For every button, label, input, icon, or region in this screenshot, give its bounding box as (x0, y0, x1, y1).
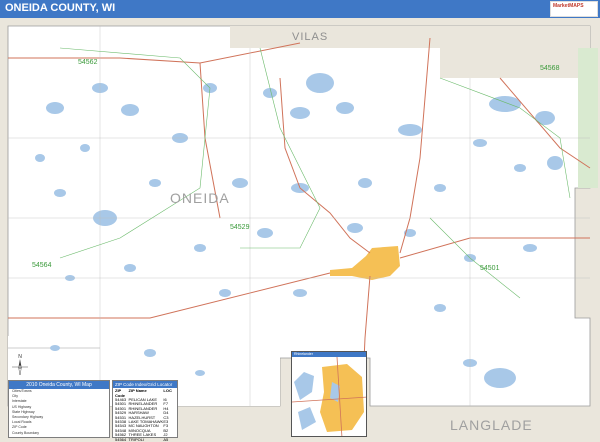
lake (398, 124, 422, 136)
lake (46, 102, 64, 114)
lake (232, 178, 248, 188)
zip-code-index: ZIP Code Index/Grid Locator ZIP Code ZIP… (112, 380, 178, 442)
lake (121, 104, 139, 116)
svg-text:N: N (18, 354, 22, 360)
legend-item: Local Roads (12, 420, 32, 425)
legend-item: ZIP Code (12, 425, 27, 430)
lake (80, 144, 90, 152)
map-legend: 2010 Oneida County, WI Map Cities/Towns C… (8, 380, 110, 438)
zip-index-row: 54564 TRIPOLI A5 (113, 436, 177, 442)
county-label-vilas: VILAS (292, 31, 328, 43)
compass-rose: N (12, 354, 28, 376)
lake (195, 370, 205, 376)
lake (347, 223, 363, 233)
legend-item: State Highway (12, 409, 35, 414)
legend-item: Cities/Towns (12, 389, 32, 393)
lake (194, 244, 206, 252)
zip-label: 54501 (480, 265, 500, 272)
lake (257, 228, 273, 238)
lake (124, 264, 136, 272)
lake (473, 139, 487, 147)
lake (434, 304, 446, 312)
zip-index-cell: 54564 (115, 436, 127, 442)
lake (54, 189, 66, 197)
vilas-area (230, 26, 440, 48)
zip-label: 54529 (230, 224, 250, 231)
county-label-langlade: LANGLADE (450, 417, 533, 433)
zip-label: 54562 (78, 59, 98, 66)
zip-index-cell: A5 (163, 436, 169, 442)
lake (336, 102, 354, 114)
logo-text: MarketMAPS (553, 3, 584, 9)
lake (434, 184, 446, 192)
page-title: ONEIDA COUNTY, WI (5, 2, 116, 14)
lake (219, 289, 231, 297)
vilas-east-area (440, 26, 590, 78)
legend-item: County Boundary (12, 430, 40, 435)
zip-label: 54568 (540, 65, 560, 72)
lake (149, 179, 161, 187)
inset-map (292, 356, 366, 436)
county-label-oneida: ONEIDA (170, 190, 230, 206)
lake (358, 178, 372, 188)
lake (144, 349, 156, 357)
lake (290, 107, 310, 119)
map-header: ONEIDA COUNTY, WI MarketMAPS (0, 0, 600, 18)
publisher-logo: MarketMAPS (550, 1, 598, 17)
lake (514, 164, 526, 172)
rhinelander-inset-map: Rhinelander (291, 351, 367, 437)
legend-item: Interstate (12, 399, 27, 404)
lake (293, 289, 307, 297)
lake (306, 73, 334, 93)
legend-item: City (12, 394, 19, 399)
zip-label: 54564 (32, 262, 52, 269)
lake (484, 368, 516, 388)
legend-item: Secondary Highway (12, 415, 44, 419)
lake (35, 154, 45, 162)
zip-index-cell: TRIPOLI (128, 436, 145, 442)
lake (547, 156, 563, 170)
zip-index-title: ZIP Code Index/Grid Locator (113, 381, 177, 388)
lake (50, 345, 60, 351)
legend-title: 2010 Oneida County, WI Map (9, 381, 109, 389)
legend-item: US Highway (12, 404, 32, 409)
lake (523, 244, 537, 252)
lake (263, 88, 277, 98)
